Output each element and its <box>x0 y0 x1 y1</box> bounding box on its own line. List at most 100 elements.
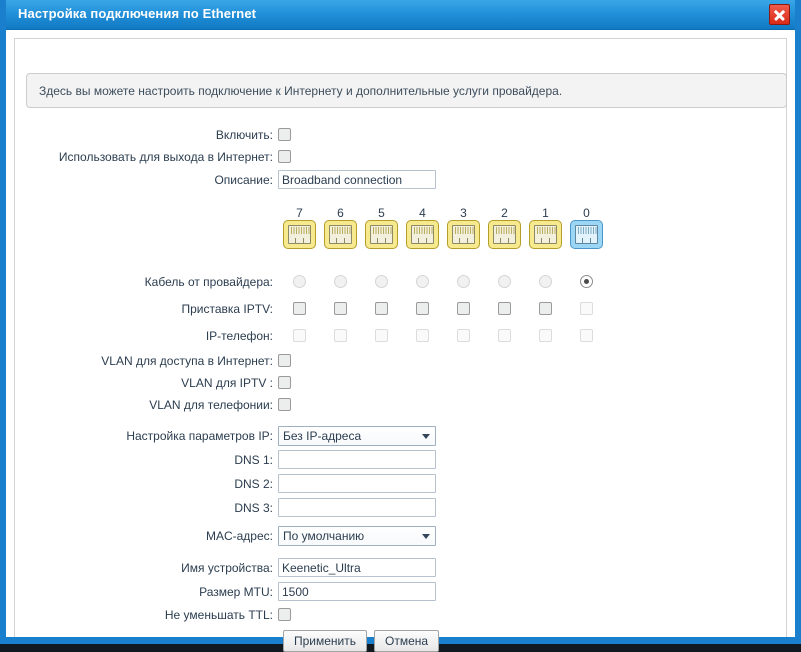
cancel-button[interactable]: Отмена <box>374 630 440 652</box>
port-number: 7 <box>296 206 303 220</box>
row-mtu: Размер MTU: <box>6 580 795 603</box>
ip-phone-checkbox-disabled <box>580 329 593 342</box>
mtu-label: Размер MTU: <box>199 584 273 599</box>
ethernet-port-icon[interactable] <box>529 220 562 249</box>
row-ttl: Не уменьшать TTL: <box>6 604 795 625</box>
dns3-input[interactable] <box>278 498 436 517</box>
ethernet-port-icon-wan[interactable] <box>570 220 603 249</box>
isp-cable-label: Кабель от провайдера: <box>144 274 273 289</box>
ip-phone-checkbox-disabled <box>539 329 552 342</box>
mtu-input[interactable] <box>278 582 436 601</box>
description-label: Описание: <box>214 172 273 187</box>
ethernet-connection-dialog: Настройка подключения по Ethernet Здесь … <box>0 0 801 652</box>
close-icon[interactable] <box>769 4 790 25</box>
row-enable: Включить: <box>6 124 795 145</box>
mac-label: MAC-адрес: <box>205 528 273 543</box>
ip-settings-select[interactable]: Без IP-адреса <box>278 425 436 446</box>
port-icon-row <box>283 220 611 249</box>
isp-cable-radio[interactable] <box>375 275 388 288</box>
device-section: Имя устройства: Размер MTU: Не уменьшать… <box>6 556 795 626</box>
row-ip-settings: Настройка параметров IP: Без IP-адреса <box>6 424 795 447</box>
iptv-checkbox[interactable] <box>293 302 306 315</box>
mac-section: MAC-адрес: По умолчанию <box>6 524 795 548</box>
row-use-for-internet: Использовать для выхода в Интернет: <box>6 146 795 167</box>
iptv-checkbox[interactable] <box>498 302 511 315</box>
dns3-label: DNS 3: <box>234 500 273 515</box>
ip-settings-label: Настройка параметров IP: <box>126 428 273 443</box>
row-device-name: Имя устройства: <box>6 556 795 579</box>
row-vlan-internet: VLAN для доступа в Интернет: <box>6 350 795 371</box>
ttl-checkbox[interactable] <box>278 608 291 621</box>
vlan-phone-label: VLAN для телефонии: <box>149 397 273 412</box>
dialog-buttons: Применить Отмена <box>283 630 440 652</box>
iptv-checkbox[interactable] <box>375 302 388 315</box>
dns2-label: DNS 2: <box>234 476 273 491</box>
vlan-iptv-checkbox[interactable] <box>278 376 291 389</box>
chevron-down-icon <box>422 433 430 439</box>
isp-cable-radio[interactable] <box>416 275 429 288</box>
row-dns1: DNS 1: <box>6 448 795 471</box>
dialog-titlebar: Настройка подключения по Ethernet <box>6 0 795 30</box>
vlan-section: VLAN для доступа в Интернет: VLAN для IP… <box>6 350 795 416</box>
isp-cable-radio-selected[interactable] <box>580 275 593 288</box>
isp-cable-radio[interactable] <box>293 275 306 288</box>
description-input[interactable] <box>278 170 436 189</box>
row-vlan-iptv: VLAN для IPTV : <box>6 372 795 393</box>
iptv-checkbox-disabled <box>580 302 593 315</box>
vlan-phone-checkbox[interactable] <box>278 398 291 411</box>
row-dns3: DNS 3: <box>6 496 795 519</box>
enable-label: Включить: <box>215 127 273 142</box>
port-number: 0 <box>583 206 590 220</box>
row-vlan-phone: VLAN для телефонии: <box>6 394 795 415</box>
isp-cable-radio[interactable] <box>539 275 552 288</box>
vlan-iptv-label: VLAN для IPTV : <box>181 375 273 390</box>
vlan-internet-label: VLAN для доступа в Интернет: <box>101 353 273 368</box>
iptv-checkbox[interactable] <box>539 302 552 315</box>
ip-phone-checkbox-disabled <box>293 329 306 342</box>
ip-settings-selected-value: Без IP-адреса <box>283 428 362 443</box>
use-for-internet-checkbox[interactable] <box>278 150 291 163</box>
dns1-label: DNS 1: <box>234 452 273 467</box>
ethernet-port-icon[interactable] <box>324 220 357 249</box>
top-form: Включить: Использовать для выхода в Инте… <box>6 124 795 192</box>
info-banner: Здесь вы можете настроить подключение к … <box>26 73 787 108</box>
apply-button[interactable]: Применить <box>283 630 368 652</box>
port-number: 2 <box>501 206 508 220</box>
row-mac: MAC-адрес: По умолчанию <box>6 524 795 547</box>
vlan-internet-checkbox[interactable] <box>278 354 291 367</box>
mac-select[interactable]: По умолчанию <box>278 525 436 546</box>
iptv-checkbox[interactable] <box>457 302 470 315</box>
device-name-input[interactable] <box>278 558 436 577</box>
row-dns2: DNS 2: <box>6 472 795 495</box>
iptv-checkbox[interactable] <box>416 302 429 315</box>
isp-cable-radio[interactable] <box>334 275 347 288</box>
port-number: 6 <box>337 206 344 220</box>
iptv-checkbox[interactable] <box>334 302 347 315</box>
row-description: Описание: <box>6 168 795 191</box>
ethernet-port-icon[interactable] <box>365 220 398 249</box>
ip-settings-section: Настройка параметров IP: Без IP-адреса D… <box>6 424 795 520</box>
port-diagram: 7 6 5 4 3 2 1 0 <box>283 206 611 249</box>
row-isp-cable: Кабель от провайдера: <box>6 268 795 295</box>
iptv-box-label: Приставка IPTV: <box>181 301 274 316</box>
isp-cable-radio[interactable] <box>498 275 511 288</box>
enable-checkbox[interactable] <box>278 128 291 141</box>
ip-phone-checkbox-disabled <box>334 329 347 342</box>
port-assignment-matrix: Кабель от провайдера: Приставка IPTV: IP… <box>6 268 795 349</box>
ip-phone-checkbox-disabled <box>498 329 511 342</box>
ip-phone-checkbox-disabled <box>457 329 470 342</box>
dns1-input[interactable] <box>278 450 436 469</box>
dns2-input[interactable] <box>278 474 436 493</box>
ttl-label: Не уменьшать TTL: <box>164 607 273 622</box>
ip-phone-checkbox-disabled <box>375 329 388 342</box>
port-number: 5 <box>378 206 385 220</box>
row-ip-phone: IP-телефон: <box>6 322 795 349</box>
isp-cable-radio[interactable] <box>457 275 470 288</box>
port-number: 3 <box>460 206 467 220</box>
row-iptv-box: Приставка IPTV: <box>6 295 795 322</box>
ethernet-port-icon[interactable] <box>406 220 439 249</box>
ethernet-port-icon[interactable] <box>447 220 480 249</box>
ethernet-port-icon[interactable] <box>488 220 521 249</box>
port-number-row: 7 6 5 4 3 2 1 0 <box>283 206 611 220</box>
ethernet-port-icon[interactable] <box>283 220 316 249</box>
